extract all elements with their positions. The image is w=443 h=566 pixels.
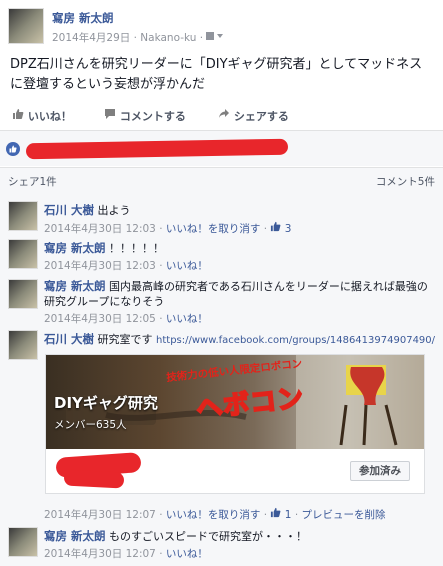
comment-text: ものすごいスピードで研究室が・・・！ bbox=[109, 530, 308, 543]
comment-count[interactable]: コメント5件 bbox=[376, 174, 435, 189]
share-count[interactable]: シェア1件 bbox=[8, 174, 57, 189]
comment-time[interactable]: 2014年4月30日 12:07 bbox=[44, 509, 156, 521]
comment-time[interactable]: 2014年4月30日 12:05 bbox=[44, 313, 156, 325]
post-actions: いいね！ コメントする シェアする bbox=[0, 104, 443, 126]
thumbs-up-icon bbox=[271, 507, 281, 518]
like-button[interactable]: いいね！ bbox=[12, 108, 72, 124]
comment-time[interactable]: 2014年4月30日 12:07 bbox=[44, 548, 156, 560]
share-button[interactable]: シェアする bbox=[218, 108, 289, 124]
like-link[interactable]: いいね！ bbox=[166, 260, 208, 272]
thumbs-up-icon bbox=[271, 221, 281, 232]
commenter-name[interactable]: 石川 大樹 bbox=[44, 203, 94, 217]
comment-text: 研究室です bbox=[97, 333, 153, 346]
like-count-icon bbox=[6, 142, 20, 156]
link-preview[interactable]: 技術力の低い人限定ロボコン ヘボコン DIYギャグ研究 メンバー635人 参加済… bbox=[45, 354, 425, 494]
post-text: DPZ石川さんを研究リーダーに「DIYギャグ研究者」としてマッドネスに登壇すると… bbox=[10, 57, 423, 92]
commenter-avatar[interactable] bbox=[8, 279, 38, 309]
remove-preview-link[interactable]: プレビューを削除 bbox=[302, 509, 386, 521]
member-count: メンバー635人 bbox=[54, 419, 127, 431]
comment-icon bbox=[105, 109, 115, 119]
comment-likes[interactable]: 3 bbox=[270, 221, 291, 235]
author-name[interactable]: 寫房 新太朗 bbox=[52, 11, 114, 25]
commenter-name[interactable]: 寫房 新太朗 bbox=[44, 529, 106, 543]
facebook-post: 寫房 新太朗 2014年4月29日 · Nakano-ku · DPZ石川さんを… bbox=[0, 0, 443, 566]
post-meta: 2014年4月29日 · Nakano-ku · bbox=[52, 30, 224, 45]
likes-bar bbox=[0, 130, 443, 166]
redacted-text bbox=[63, 469, 125, 489]
group-title[interactable]: DIYギャグ研究 bbox=[54, 392, 158, 413]
commenter-name[interactable]: 寫房 新太朗 bbox=[44, 241, 106, 255]
privacy-icon[interactable] bbox=[206, 32, 224, 44]
thumbs-up-icon bbox=[13, 109, 24, 119]
like-link[interactable]: いいね！ bbox=[166, 313, 208, 325]
commenter-name[interactable]: 寫房 新太朗 bbox=[44, 279, 106, 293]
comment-likes[interactable]: 1 bbox=[270, 507, 294, 521]
commenter-avatar[interactable] bbox=[8, 239, 38, 269]
post-date[interactable]: 2014年4月29日 bbox=[52, 32, 130, 44]
joined-button[interactable]: 参加済み bbox=[350, 461, 410, 481]
comments-list: 石川 大樹 出よう 2014年4月30日 12:03 · いいね！を取り消す ·… bbox=[0, 191, 443, 566]
unlike-link[interactable]: いいね！を取り消す bbox=[166, 509, 261, 521]
share-count-bar: シェア1件 コメント5件 bbox=[0, 167, 443, 191]
comment-button[interactable]: コメントする bbox=[104, 108, 186, 124]
unlike-link[interactable]: いいね！を取り消す bbox=[166, 223, 261, 235]
commenter-avatar[interactable] bbox=[8, 201, 38, 231]
like-link[interactable]: いいね！ bbox=[166, 548, 208, 560]
author-avatar[interactable] bbox=[8, 8, 44, 44]
comment-time[interactable]: 2014年4月30日 12:03 bbox=[44, 223, 156, 235]
commenter-name[interactable]: 石川 大樹 bbox=[44, 332, 94, 346]
group-link[interactable]: https://www.facebook.com/groups/14864139… bbox=[156, 335, 435, 346]
comment-text: ！！！！！ bbox=[109, 242, 165, 255]
comment-time[interactable]: 2014年4月30日 12:03 bbox=[44, 260, 156, 272]
share-icon bbox=[219, 109, 229, 118]
post-location[interactable]: Nakano-ku bbox=[140, 32, 196, 44]
preview-image[interactable]: 技術力の低い人限定ロボコン ヘボコン DIYギャグ研究 メンバー635人 bbox=[46, 355, 424, 449]
redacted-likers bbox=[25, 138, 289, 160]
comment-text: 出よう bbox=[97, 204, 131, 217]
commenter-avatar[interactable] bbox=[8, 527, 38, 557]
commenter-avatar[interactable] bbox=[8, 330, 38, 360]
